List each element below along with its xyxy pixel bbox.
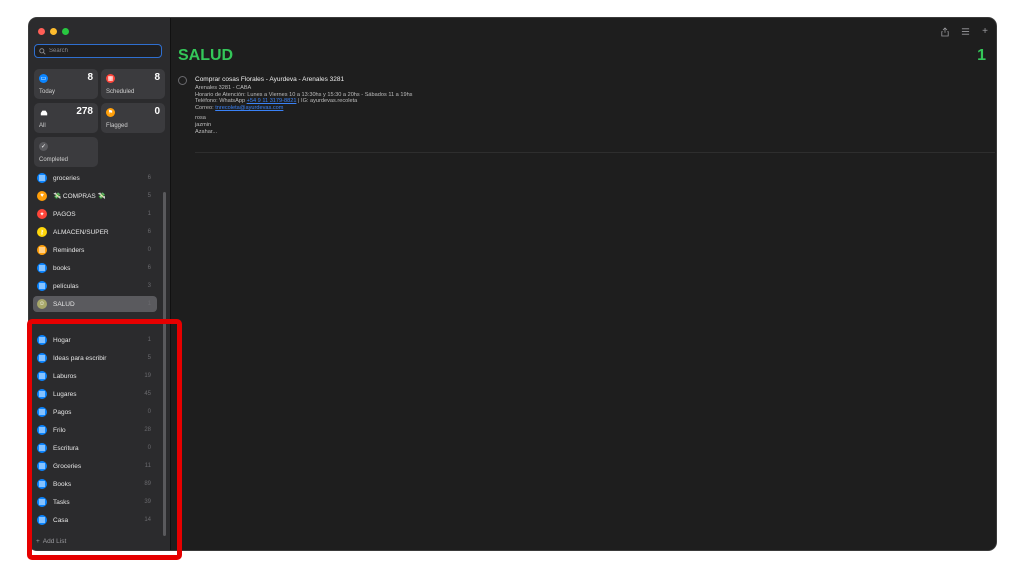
notes-line: Arenales 3281 - CABA <box>195 85 252 91</box>
calendar-icon: ▦ <box>106 74 115 83</box>
smart-list-count: 0 <box>154 106 160 117</box>
notes-text: | IG: ayurdevas.recoleta <box>296 98 358 105</box>
list-name: books <box>53 264 71 272</box>
list-item[interactable]: ♥ 💸 COMPRAS 💸 5 <box>33 188 157 204</box>
minimize-window-button[interactable] <box>50 28 57 35</box>
notes-line: rosa <box>195 115 206 122</box>
list-item-selected[interactable]: ☺ SALUD 1 <box>33 296 157 312</box>
running-icon: ✦ <box>37 209 47 219</box>
smart-list-scheduled[interactable]: ▦ 8 Scheduled <box>101 69 165 99</box>
smile-icon: ☺ <box>37 299 47 309</box>
close-window-button[interactable] <box>38 28 45 35</box>
notes-line: jazmin <box>195 121 212 128</box>
list-item[interactable]: películas 3 <box>33 278 157 294</box>
tray-icon <box>39 108 48 117</box>
list-name: Reminders <box>53 246 85 254</box>
key-icon: ⚷ <box>37 227 47 237</box>
list-icon <box>37 281 47 291</box>
smart-list-completed[interactable]: ✓ Completed <box>34 137 98 167</box>
toolbar: + <box>941 26 988 37</box>
list-item[interactable]: Reminders 0 <box>33 242 157 258</box>
list-icon <box>37 263 47 273</box>
list-name: SALUD <box>53 300 75 308</box>
list-total-count: 1 <box>977 47 986 64</box>
window-controls <box>38 28 69 35</box>
smart-list-count: 8 <box>154 72 160 83</box>
notes-text: Correo: <box>195 104 216 111</box>
list-name: películas <box>53 282 79 290</box>
smart-list-count: 278 <box>76 106 93 117</box>
search-field[interactable] <box>34 44 162 58</box>
list-count: 6 <box>147 265 151 271</box>
smart-list-today[interactable]: ▭ 8 Today <box>34 69 98 99</box>
share-icon[interactable] <box>941 26 949 37</box>
smart-list-flagged[interactable]: ⚑ 0 Flagged <box>101 103 165 133</box>
list-title: SALUD <box>178 47 234 64</box>
add-reminder-plus-icon[interactable]: + <box>982 26 988 37</box>
reminder-notes[interactable]: Arenales 3281 - CABA Horario de Atención… <box>195 85 412 135</box>
list-count: 6 <box>147 175 151 181</box>
reminder-title[interactable]: Comprar cosas Florales - Ayurdeva - Aren… <box>195 76 344 83</box>
list-item[interactable]: ⚷ ALMACEN/SUPER 6 <box>33 224 157 240</box>
search-input[interactable] <box>49 48 159 54</box>
list-name: PAGOS <box>53 210 76 218</box>
list-count: 3 <box>147 283 151 289</box>
view-options-icon[interactable] <box>961 26 970 37</box>
list-icon <box>37 173 47 183</box>
list-name: ALMACEN/SUPER <box>53 228 109 236</box>
list-count: 5 <box>147 193 151 199</box>
smart-list-all[interactable]: 278 All <box>34 103 98 133</box>
complete-checkbox[interactable] <box>178 76 187 85</box>
highlight-annotation-box <box>27 319 182 560</box>
notes-line: Horario de Atención: Lunes a Viernes 10 … <box>195 91 413 98</box>
list-item[interactable]: ✦ PAGOS 1 <box>33 206 157 222</box>
list-count: 1 <box>147 211 151 217</box>
list-name: 💸 COMPRAS 💸 <box>53 193 106 200</box>
email-link[interactable]: tnrecoleta@ayurdevas.com <box>215 105 283 111</box>
notes-line: Correo: tnrecoleta@ayurdevas.com <box>195 105 412 112</box>
notes-line: Teléfono: WhatsApp +54 9 11 3179-8821 | … <box>195 98 412 105</box>
smart-list-label: Flagged <box>106 123 128 129</box>
smart-list-label: Completed <box>39 157 69 163</box>
row-divider <box>195 152 995 153</box>
main-content: + SALUD 1 Comprar cosas Florales - Ayurd… <box>171 18 996 550</box>
flag-icon: ⚑ <box>106 108 115 117</box>
checkmark-icon: ✓ <box>39 142 48 151</box>
search-icon <box>39 47 46 55</box>
zoom-window-button[interactable] <box>62 28 69 35</box>
list-name: groceries <box>53 174 80 182</box>
smart-list-label: Today <box>39 89 56 95</box>
list-count: 0 <box>147 247 151 253</box>
list-count: 1 <box>147 301 151 307</box>
list-icon <box>37 245 47 255</box>
list-item[interactable]: books 6 <box>33 260 157 276</box>
list-count: 6 <box>147 229 151 235</box>
phone-link[interactable]: +54 9 11 3179-8821 <box>247 98 297 104</box>
calendar-icon: ▭ <box>39 74 48 83</box>
smart-list-label: All <box>39 123 46 129</box>
smart-list-label: Scheduled <box>106 89 135 95</box>
notes-line: Azahar... <box>195 128 218 135</box>
list-item[interactable]: groceries 6 <box>33 170 157 186</box>
smart-list-count: 8 <box>87 72 93 83</box>
heart-icon: ♥ <box>37 191 47 201</box>
notes-text: Teléfono: WhatsApp <box>195 98 247 105</box>
